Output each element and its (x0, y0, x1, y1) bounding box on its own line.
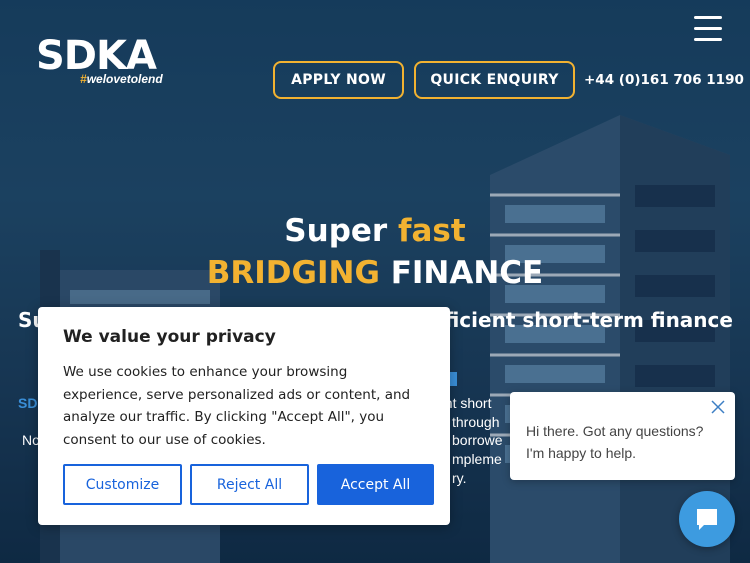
body-fragment-sd: SD (18, 395, 38, 411)
chat-message: Hi there. Got any questions? I'm happy t… (526, 423, 704, 461)
body-fragment: borrowe (452, 432, 503, 448)
headline-line2: BRIDGING FINANCE (0, 255, 750, 291)
headline-line1: Super fast (0, 213, 750, 249)
headline-super: Super (284, 213, 398, 249)
body-fragment: through (452, 414, 500, 430)
cookie-body: We use cookies to enhance your browsing … (63, 364, 411, 448)
subheadline-right: fficient short-term finance (437, 308, 733, 332)
chat-launcher-button[interactable] (679, 491, 735, 547)
logo[interactable]: SDKA #welovetolend (36, 33, 163, 86)
customize-button[interactable]: Customize (63, 464, 182, 505)
logo-tag-hash: # (80, 72, 87, 86)
chat-icon (697, 509, 717, 530)
body-fragment: ry. (452, 470, 467, 486)
headline-bridging: BRIDGING (206, 255, 380, 291)
hamburger-menu-icon[interactable] (694, 16, 722, 44)
logo-tagline: #welovetolend (80, 72, 163, 86)
accept-all-button[interactable]: Accept All (317, 464, 434, 505)
headline-finance: FINANCE (379, 255, 544, 291)
logo-text: SDKA (36, 33, 157, 79)
close-icon[interactable] (711, 400, 725, 414)
logo-tag-text: welovetolend (86, 72, 163, 86)
cookie-title: We value your privacy (63, 327, 276, 347)
headline-fast: fast (398, 213, 466, 249)
reject-all-button[interactable]: Reject All (190, 464, 309, 505)
quick-enquiry-button[interactable]: QUICK ENQUIRY (414, 61, 575, 99)
apply-now-button[interactable]: APPLY NOW (273, 61, 404, 99)
body-fragment: mpleme (452, 451, 502, 467)
chat-greeting-bubble[interactable]: Hi there. Got any questions? I'm happy t… (510, 392, 735, 480)
cookie-consent-dialog: We value your privacy We use cookies to … (38, 307, 450, 525)
cookie-buttons: Customize Reject All Accept All (63, 464, 434, 505)
phone-link[interactable]: +44 (0)161 706 1190 (584, 72, 744, 88)
